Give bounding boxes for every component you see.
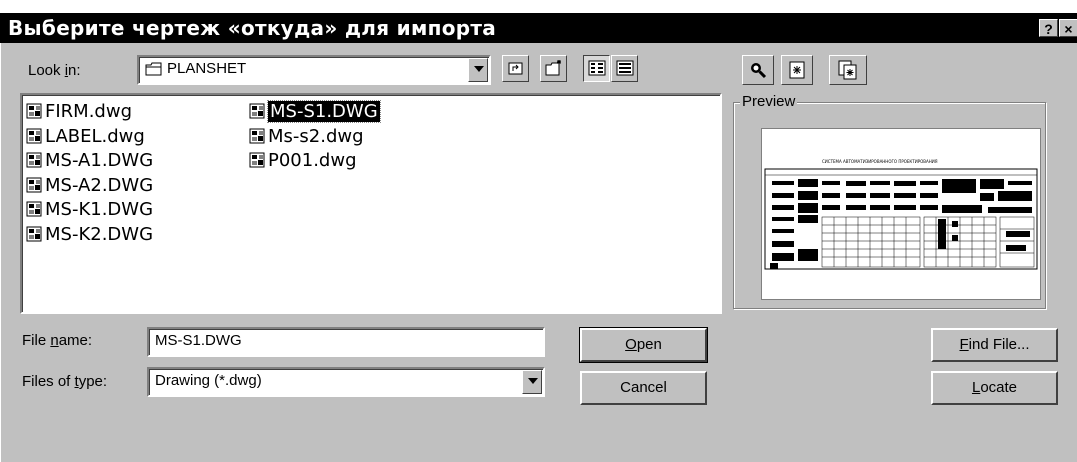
title-bar[interactable]: Выберите чертеж «откуда» для импорта ? × [0, 13, 1077, 43]
new-folder-icon [545, 60, 561, 76]
files-of-type-label: Files of type: [22, 373, 108, 390]
dwg-file-icon [26, 200, 42, 217]
preview-zoom-button[interactable] [742, 55, 774, 85]
preview-label: Preview [740, 93, 798, 110]
close-button[interactable]: × [1059, 19, 1077, 37]
file-name-value: MS-S1.DWG [155, 332, 242, 349]
close-icon: × [1064, 21, 1073, 37]
file-name-text: Ms-s2.dwg [268, 125, 364, 147]
locate-button[interactable]: Locate [931, 371, 1058, 405]
dwg-file-icon [26, 151, 42, 168]
preview-image: СИСТЕМА АВТОМАТИЗИРОВАННОГО ПРОЕКТИРОВАН… [761, 128, 1041, 300]
new-folder-button[interactable] [540, 55, 567, 82]
list-icon [588, 60, 605, 76]
magnifier-icon [751, 63, 767, 79]
file-list-item[interactable]: LABEL.dwg [26, 125, 145, 149]
list-view-button[interactable] [583, 55, 610, 82]
folder-icon [145, 62, 163, 82]
up-one-level-button[interactable] [502, 55, 529, 82]
file-name-text: MS-A1.DWG [45, 150, 154, 171]
details-view-button[interactable] [611, 55, 638, 82]
file-list-item[interactable]: Ms-s2.dwg [249, 125, 364, 149]
file-name-text: MS-A2.DWG [45, 174, 154, 196]
preview-option-button[interactable] [781, 55, 813, 85]
files-of-type-combo[interactable]: Drawing (*.dwg) [147, 367, 545, 397]
look-in-dropdown-button[interactable] [468, 58, 488, 82]
file-name-text: MS-K2.DWG [45, 223, 154, 245]
preview-copy-button[interactable] [829, 55, 867, 85]
up-folder-icon [508, 62, 522, 75]
file-name-text: MS-S1.DWG [267, 100, 381, 123]
file-name-label: File name: [22, 332, 93, 349]
top-strip [0, 0, 1077, 13]
files-of-type-dropdown-button[interactable] [522, 370, 542, 394]
file-list-item[interactable]: MS-S1.DWG [249, 100, 381, 124]
sheet-star-icon [789, 61, 805, 79]
file-name-input[interactable]: MS-S1.DWG [147, 327, 545, 357]
look-in-combo[interactable]: PLANSHET [137, 55, 491, 85]
file-list-item[interactable]: MS-A2.DWG [26, 174, 153, 198]
dwg-file-icon [249, 127, 265, 143]
chevron-down-icon [474, 66, 484, 72]
file-name-text: P001.dwg [268, 150, 357, 171]
file-name-text: MS-K1.DWG [45, 199, 154, 220]
dwg-file-icon [26, 225, 42, 241]
file-list-item[interactable]: P001.dwg [249, 149, 357, 173]
find-file-button[interactable]: Find File... [931, 328, 1058, 362]
dwg-file-icon [249, 102, 265, 119]
file-list-item[interactable]: MS-K1.DWG [26, 198, 153, 222]
look-in-value: PLANSHET [167, 60, 247, 77]
dwg-file-icon [26, 176, 42, 192]
chevron-down-icon [528, 378, 538, 384]
open-button[interactable]: Open [579, 327, 708, 363]
dwg-file-icon [26, 127, 42, 143]
stacked-sheets-icon [838, 60, 857, 80]
file-name-text: LABEL.dwg [45, 125, 145, 147]
file-list-item[interactable]: FIRM.dwg [26, 100, 132, 124]
dwg-file-icon [26, 102, 42, 119]
help-icon: ? [1044, 21, 1053, 37]
files-of-type-value: Drawing (*.dwg) [155, 372, 262, 389]
dialog-title: Выберите чертеж «откуда» для импорта [8, 16, 497, 40]
file-list-item[interactable]: MS-A1.DWG [26, 149, 153, 173]
cancel-button[interactable]: Cancel [580, 371, 707, 405]
file-list-item[interactable]: MS-K2.DWG [26, 223, 153, 247]
look-in-label: Look in: [28, 62, 81, 79]
drawing-thumbnail-icon [764, 168, 1038, 270]
help-button[interactable]: ? [1039, 19, 1058, 37]
dwg-file-icon [249, 151, 265, 168]
details-icon [616, 60, 633, 76]
file-name-text: FIRM.dwg [45, 101, 132, 122]
